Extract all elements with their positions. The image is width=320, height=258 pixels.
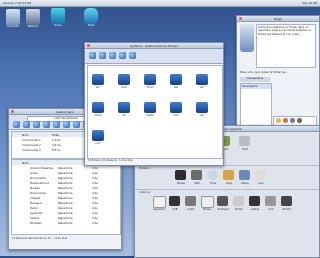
up-icon[interactable] [33, 121, 40, 128]
chat-title: Pidgin [273, 16, 283, 21]
folder-icon[interactable] [118, 74, 130, 85]
files-window: Système - Gestionnaire de fichiers bin b… [84, 42, 224, 166]
mouse-icon[interactable] [175, 170, 186, 180]
audio-icon[interactable] [185, 196, 196, 206]
usb-icon[interactable] [169, 196, 180, 206]
cell: Commande 3 [22, 147, 41, 152]
language-icon[interactable] [223, 170, 234, 180]
robot-avatar [240, 24, 254, 52]
keyboard-icon[interactable] [191, 170, 202, 180]
folder-icon[interactable] [118, 102, 130, 113]
folder-label: boot [121, 86, 127, 89]
folder-icon[interactable] [170, 102, 182, 113]
folder-label: media [146, 114, 154, 117]
refresh-icon[interactable] [43, 121, 50, 128]
smiley-icon[interactable] [297, 118, 302, 123]
list-item[interactable]: Sauvegarde [241, 84, 271, 89]
view-icon[interactable] [73, 121, 80, 128]
desktop-icon-label: Computer [6, 25, 20, 28]
folder-label: bin [96, 86, 100, 89]
folder-icon[interactable] [144, 102, 156, 113]
section-title: Matériel [139, 167, 150, 170]
top-panel-left-text: Ubuntu 7.04 13:48 [3, 1, 32, 5]
top-panel-clock[interactable]: Sat 13:48 [302, 1, 317, 5]
lock-icon[interactable] [265, 196, 276, 206]
laptop-icon[interactable] [249, 196, 260, 206]
chat-titlebar[interactable]: Pidgin [237, 16, 319, 22]
folder-icon[interactable] [196, 74, 208, 85]
divider [135, 189, 319, 190]
folder-label: etc [200, 86, 204, 89]
files-toolbar [85, 49, 223, 64]
folder-label: mnt [173, 114, 179, 117]
dialog-icon[interactable] [239, 170, 250, 180]
folder-label: home [94, 114, 102, 117]
folder-icon[interactable] [144, 74, 156, 85]
desktop-icon-label: Network [27, 25, 39, 28]
folder-icon[interactable] [170, 74, 182, 85]
dock-icon[interactable] [239, 136, 250, 146]
smiley-icon[interactable] [283, 118, 288, 123]
folder-label: proc [95, 142, 101, 145]
printer-icon[interactable] [233, 196, 244, 206]
desktop-icon-network[interactable]: Network [23, 9, 43, 28]
list-header: Transactions [240, 77, 270, 82]
back-icon[interactable] [13, 121, 20, 128]
up-icon[interactable] [109, 52, 116, 59]
section-title: Système [139, 191, 151, 194]
desktop-icon-trash[interactable]: Trash [81, 8, 101, 27]
smiley-icon[interactable] [276, 118, 281, 123]
folder-grid: bin boot cdrom dev etc home lib media mn… [87, 65, 223, 159]
back-icon[interactable] [89, 52, 96, 59]
cell: Répertoire [58, 220, 73, 225]
pref-label: Dock [241, 148, 248, 151]
file-table: Nom Android Desktop Répertoire 4 Ko Audio R… [11, 159, 121, 235]
home-icon[interactable] [119, 52, 126, 59]
network-icon [26, 9, 40, 25]
cell: 0,8 Ko [52, 147, 61, 152]
touchpad-icon[interactable] [217, 196, 228, 206]
search-icon[interactable] [63, 121, 70, 128]
cell: 4 Ko [92, 220, 99, 225]
forward-icon[interactable] [23, 121, 30, 128]
folder-label: dev [173, 86, 179, 89]
folder-icon[interactable] [196, 102, 208, 113]
desktop-icon-label: Home [54, 24, 62, 27]
chat-message: Lorsque tu déplaces un fichier dans un r… [256, 24, 316, 68]
folder-icon[interactable] [92, 102, 104, 113]
computer-icon [6, 9, 20, 25]
pref-label: Monitor [282, 208, 292, 211]
clock-icon[interactable] [207, 170, 218, 180]
files-status: 52 fichiers (22 dossiers) · 1,2 Go libre [88, 159, 133, 162]
keyboard-icon[interactable] [153, 196, 166, 208]
mouse-icon[interactable] [201, 196, 214, 208]
home-icon[interactable] [53, 121, 60, 128]
list-status: 15 éléments sélectionnés sur 22 · 1,2 Go… [12, 237, 68, 240]
table-row[interactable]: Modèles Répertoire 4 Ko [12, 220, 120, 225]
pref-label: Lock [258, 182, 264, 185]
trash-icon [84, 8, 98, 24]
folder-label: opt [200, 114, 204, 117]
cell: Modèles [30, 220, 42, 225]
folder-label: cdrom [146, 86, 154, 89]
desktop-icon-label: Trash [87, 24, 95, 27]
desktop-icon-home[interactable]: Home [48, 8, 68, 27]
monitor-icon[interactable] [281, 196, 292, 206]
folder-label: lib [122, 114, 126, 117]
files-title: Système - Gestionnaire de fichiers [129, 43, 179, 48]
chat-footer-text: Mais, si tu veux copier le fichier au... [240, 71, 288, 74]
forward-icon[interactable] [99, 52, 106, 59]
top-panel: Ubuntu 7.04 13:48 Sat 13:48 [0, 0, 320, 7]
lock-icon[interactable] [255, 170, 266, 180]
desktop-icon-computer[interactable]: Computer [3, 9, 23, 28]
folder-icon[interactable] [92, 130, 104, 141]
smiley-icon[interactable] [290, 118, 295, 123]
home-icon [51, 8, 65, 24]
folder-icon[interactable] [92, 74, 104, 85]
search-icon[interactable] [129, 52, 136, 59]
